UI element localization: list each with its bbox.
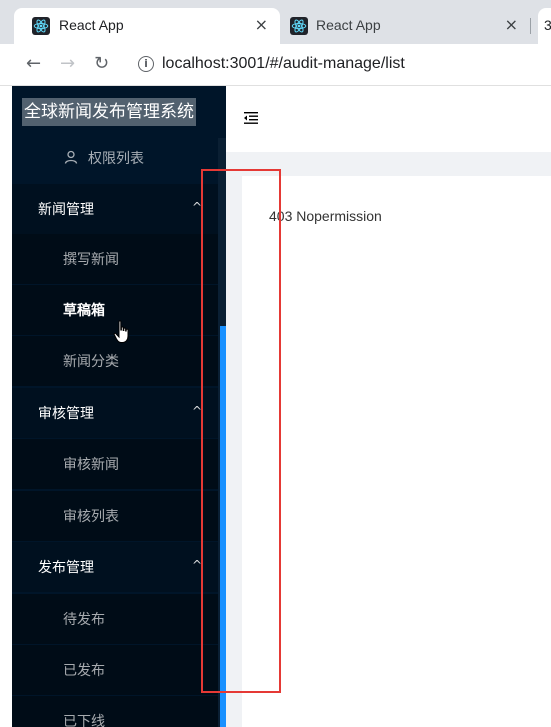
menu-item-write-news[interactable]: 撰写新闻 [12, 234, 218, 284]
browser-toolbar: ← → ↻ i localhost:3001/#/audit-manage/li… [0, 44, 551, 86]
menu-item-published[interactable]: 已发布 [12, 645, 218, 695]
browser-tab-peek[interactable]: 3 [538, 8, 551, 44]
menu-item-label: 权限列表 [88, 151, 144, 167]
menu-item-label: 待发布 [63, 612, 105, 628]
permission-message: 403 Nopermission [269, 208, 382, 224]
menu-item-label: 已发布 [63, 663, 105, 679]
react-logo-icon [290, 17, 308, 35]
tab-separator [530, 18, 531, 34]
reload-icon[interactable]: ↻ [94, 53, 109, 75]
menu-group-publish-manage[interactable]: 发布管理 ^ [12, 542, 218, 592]
tab-close-icon[interactable]: × [505, 15, 518, 34]
menu-item-offline[interactable]: 已下线 [12, 696, 218, 727]
menu-item-audit-list[interactable]: 审核列表 [12, 491, 218, 541]
chevron-up-icon: ^ [192, 404, 203, 418]
menu-item-label: 新闻分类 [63, 354, 119, 370]
tab-title: React App [59, 17, 124, 33]
menu-group-label: 审核管理 [38, 406, 94, 422]
browser-tab-strip: React App × React App × 3 [0, 0, 551, 44]
browser-tab-active[interactable]: React App × [14, 8, 280, 44]
menu-group-news-manage[interactable]: 新闻管理 ^ [12, 184, 218, 234]
tab-title: React App [316, 17, 381, 33]
menu-item-unpublished[interactable]: 待发布 [12, 594, 218, 644]
menu-item-permission-list[interactable]: 权限列表 [12, 133, 218, 183]
chevron-up-icon: ^ [192, 558, 203, 572]
hand-pointer-cursor-icon [113, 320, 129, 343]
layout-content: 403 Nopermission [242, 176, 551, 727]
back-arrow-icon[interactable]: ← [26, 53, 41, 75]
sidebar-scrollbar[interactable] [220, 326, 226, 727]
tab-peek-label: 3 [544, 17, 551, 33]
menu-group-label: 新闻管理 [38, 202, 94, 218]
menu-group-label: 发布管理 [38, 560, 94, 576]
react-logo-icon [32, 17, 50, 35]
sidebar: 全球新闻发布管理系统 权限列表 新闻管理 ^ 撰写新闻 草稿箱 新闻分类 审核管… [12, 86, 226, 727]
menu-item-label: 已下线 [63, 714, 105, 727]
menu-item-audit-news[interactable]: 审核新闻 [12, 439, 218, 489]
app-logo-title: 全球新闻发布管理系统 [22, 98, 196, 126]
menu-item-label: 审核列表 [63, 509, 119, 525]
browser-tab[interactable]: React App × [280, 8, 530, 44]
user-icon [64, 150, 78, 164]
address-bar-url[interactable]: localhost:3001/#/audit-manage/list [162, 55, 405, 73]
menu-fold-icon[interactable] [244, 112, 258, 124]
chevron-up-icon: ^ [192, 200, 203, 214]
site-info-icon[interactable]: i [138, 56, 154, 72]
logo-bar: 全球新闻发布管理系统 [12, 86, 226, 138]
layout-header [226, 86, 551, 152]
tab-close-icon[interactable]: × [255, 15, 268, 34]
menu-item-label: 草稿箱 [63, 303, 105, 319]
forward-arrow-icon[interactable]: → [60, 53, 75, 75]
menu-item-label: 撰写新闻 [63, 252, 119, 268]
menu-group-audit-manage[interactable]: 审核管理 ^ [12, 388, 218, 438]
menu-item-label: 审核新闻 [63, 457, 119, 473]
